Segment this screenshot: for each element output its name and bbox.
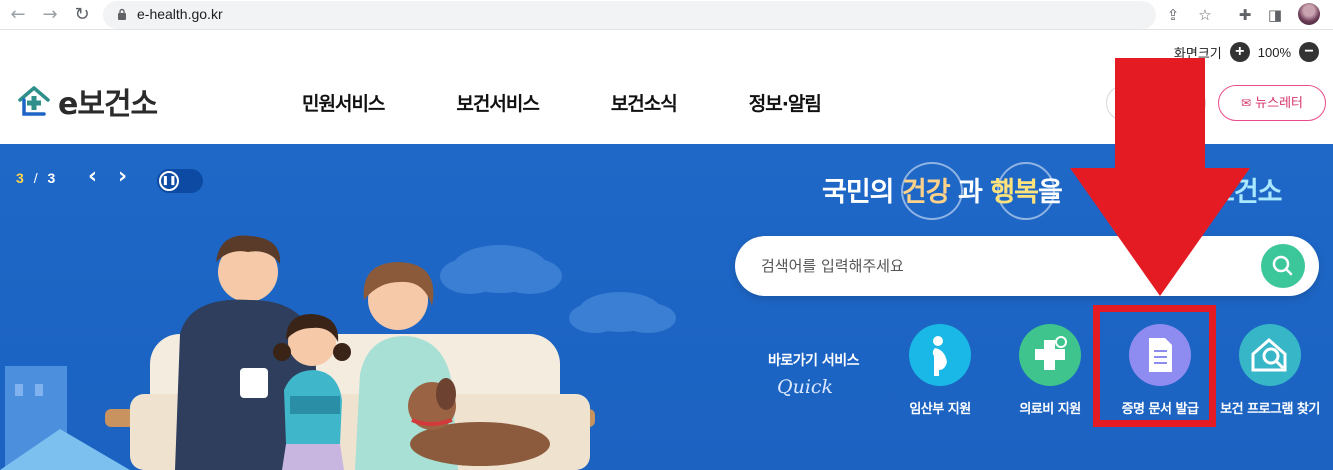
quick-title: 바로가기 서비스 xyxy=(768,353,860,369)
zoom-value: 100% xyxy=(1257,44,1291,60)
next-slide-icon[interactable]: › xyxy=(118,166,127,188)
quick-item-medical[interactable]: 의료비 지원 xyxy=(990,324,1110,417)
nav-health-news[interactable]: 보건소식 xyxy=(611,89,678,116)
arrow-left-icon[interactable]: ← xyxy=(6,3,30,27)
zoom-out-button[interactable]: − xyxy=(1299,42,1319,62)
prev-slide-icon[interactable]: ‹ xyxy=(88,166,97,188)
quick-subtitle: Quick xyxy=(777,376,834,398)
site-logo[interactable]: e보건소 xyxy=(16,79,158,123)
nav-info-notice[interactable]: 정보·알림 xyxy=(749,89,822,116)
address-bar[interactable]: e-health.go.kr xyxy=(103,1,1156,29)
nav-health-service[interactable]: 보건서비스 xyxy=(456,89,539,116)
quick-label: 보건 프로그램 찾기 xyxy=(1220,402,1320,417)
slide-total: 3 xyxy=(47,170,56,186)
slide-current: 3 xyxy=(16,170,24,186)
search-house-icon xyxy=(1239,324,1301,386)
slogan-part2: 과 xyxy=(949,177,991,208)
sidepanel-icon[interactable]: ◨ xyxy=(1264,4,1286,26)
red-arrow-icon xyxy=(1070,58,1250,296)
house-cross-icon xyxy=(18,86,50,116)
slide-counter: 3 / 3 xyxy=(16,170,55,186)
newsletter-label: 뉴스레터 xyxy=(1255,96,1304,111)
reload-icon[interactable]: ↻ xyxy=(70,3,94,27)
search-button[interactable] xyxy=(1261,244,1305,288)
logo-text: e보건소 xyxy=(58,87,158,122)
medical-cross-icon xyxy=(1019,324,1081,386)
arrow-right-icon[interactable]: → xyxy=(38,3,62,27)
pause-icon: ❚❚ xyxy=(159,171,179,191)
main-navigation: 민원서비스 보건서비스 보건소식 정보·알림 xyxy=(302,89,822,116)
quick-item-pregnant[interactable]: 임산부 지원 xyxy=(880,324,1000,417)
browser-toolbar: ← → ↻ e-health.go.kr ⇪ ☆ ✚ ◨ xyxy=(0,0,1333,30)
share-icon[interactable]: ⇪ xyxy=(1162,4,1184,26)
quick-label: 의료비 지원 xyxy=(1019,402,1081,417)
highlight-box xyxy=(1093,305,1216,427)
nav-civil-service[interactable]: 민원서비스 xyxy=(302,89,385,116)
extensions-icon[interactable]: ✚ xyxy=(1234,4,1256,26)
pregnant-woman-icon xyxy=(909,324,971,386)
slogan-part1: 국민의 xyxy=(822,177,902,208)
slogan-part3: 을 xyxy=(1037,177,1063,208)
slide-separator: / xyxy=(33,170,38,186)
quick-label: 임산부 지원 xyxy=(909,402,971,417)
slogan-highlight2: 행복 xyxy=(990,177,1039,208)
quick-item-program[interactable]: 보건 프로그램 찾기 xyxy=(1210,324,1330,417)
url-text: e-health.go.kr xyxy=(137,6,223,22)
search-icon xyxy=(1272,255,1293,276)
profile-avatar[interactable] xyxy=(1298,3,1320,25)
lock-icon xyxy=(118,8,126,20)
family-illustration xyxy=(0,235,676,470)
pause-toggle[interactable]: ❚❚ xyxy=(157,169,203,193)
star-icon[interactable]: ☆ xyxy=(1194,4,1216,26)
slogan-highlight1: 건강 xyxy=(901,177,951,208)
hero-slogan: 국민의 건강 과 행복을 보건소 xyxy=(822,170,1283,209)
